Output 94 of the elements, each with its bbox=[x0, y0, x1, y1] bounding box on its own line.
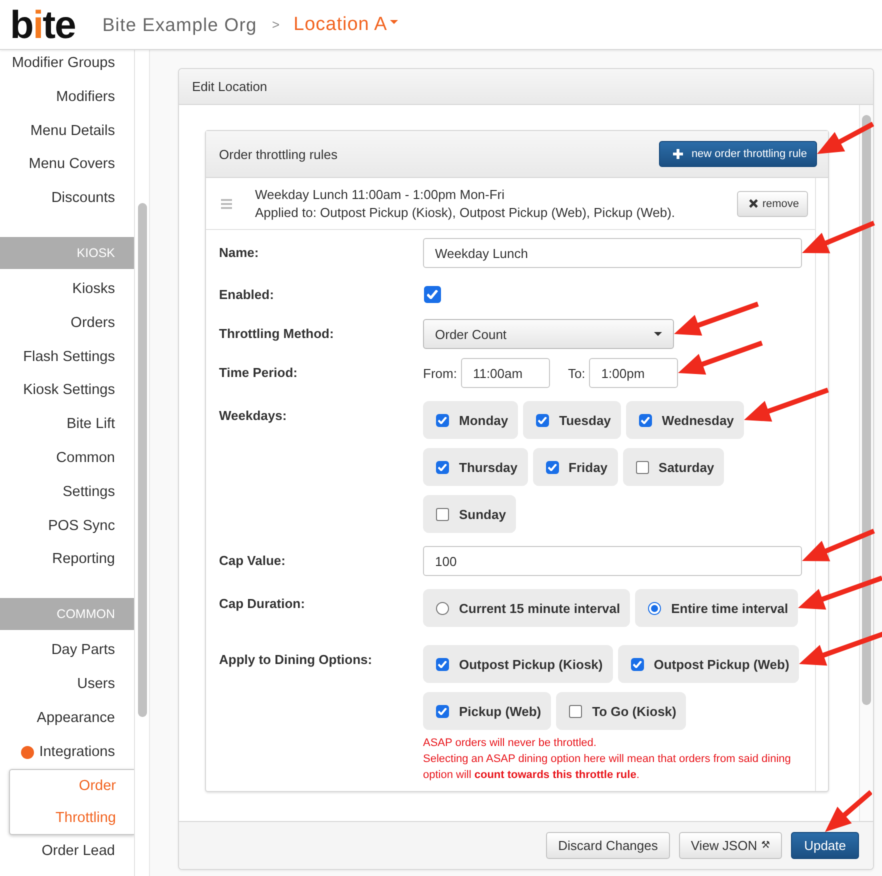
checkbox[interactable] bbox=[424, 286, 441, 303]
weekday-option[interactable]: Friday bbox=[532, 448, 618, 486]
checkbox[interactable] bbox=[569, 704, 582, 718]
sidebar-item[interactable]: Settings bbox=[0, 476, 134, 510]
plus-icon bbox=[673, 149, 684, 159]
checkmark-icon bbox=[548, 464, 557, 470]
view-json-button[interactable]: View JSON ⚒ bbox=[678, 832, 782, 859]
radio-button[interactable] bbox=[436, 602, 449, 614]
breadcrumb-separator: > bbox=[272, 17, 280, 32]
sidebar-item[interactable]: Flash Settings bbox=[0, 340, 134, 374]
sidebar-section-heading: KIOSK bbox=[0, 236, 134, 269]
name-input[interactable]: Weekday Lunch bbox=[423, 238, 802, 268]
rule-summary: Weekday Lunch 11:00am - 1:00pm Mon-Fri bbox=[255, 186, 506, 204]
discard-changes-button[interactable]: Discard Changes bbox=[546, 832, 670, 859]
checkmark-icon bbox=[538, 416, 548, 424]
update-button[interactable]: Update bbox=[791, 832, 859, 859]
field-label: Enabled: bbox=[219, 286, 275, 303]
sidebar-item[interactable]: Discounts bbox=[0, 182, 134, 216]
checkmark-icon bbox=[438, 660, 447, 668]
checkbox[interactable] bbox=[436, 658, 449, 670]
to-time-input[interactable]: 1:00pm bbox=[589, 358, 678, 388]
rules-panel-title: Order throttling rules bbox=[219, 146, 338, 162]
checkmark-icon bbox=[438, 708, 447, 714]
weekday-option[interactable]: Saturday bbox=[622, 448, 724, 486]
field-label: Apply to Dining Options: bbox=[219, 651, 374, 668]
warning-note: ASAP orders will never be throttled. bbox=[423, 736, 598, 751]
to-label: To: bbox=[568, 366, 586, 380]
sidebar-section-heading: COMMON bbox=[0, 598, 134, 630]
sidebar-item[interactable]: Menu Covers bbox=[0, 148, 134, 182]
checkmark-icon bbox=[427, 290, 438, 299]
checkmark-icon bbox=[640, 416, 650, 424]
sidebar-item[interactable]: Modifiers bbox=[0, 80, 134, 115]
rule-applied-to: Applied to: Outpost Pickup (Kiosk), Outpost Pickup (Web), Pickup (Web). bbox=[255, 204, 676, 222]
checkmark-icon bbox=[438, 464, 447, 470]
checkbox[interactable] bbox=[536, 414, 550, 426]
dining-option[interactable]: To Go (Kiosk) bbox=[556, 692, 686, 730]
cap-value-input[interactable]: 100 bbox=[423, 546, 802, 576]
field-label: Cap Value: bbox=[219, 552, 286, 569]
field-label: Name: bbox=[219, 244, 260, 261]
sidebar-item[interactable]: POS Sync bbox=[0, 510, 134, 544]
duration-option[interactable]: Current 15 minute interval bbox=[423, 589, 630, 627]
checkmark-icon bbox=[632, 660, 642, 668]
checkbox[interactable] bbox=[638, 414, 652, 426]
dining-option[interactable]: Pickup (Web) bbox=[423, 692, 552, 730]
caret-icon bbox=[654, 332, 662, 336]
sidebar-item[interactable]: Bite Lift bbox=[0, 408, 134, 442]
sidebar-item[interactable]: Reporting bbox=[0, 543, 134, 578]
sidebar-item[interactable]: Modifier Groups bbox=[0, 50, 134, 81]
field-label: Cap Duration: bbox=[219, 595, 306, 612]
remove-button[interactable]: remove bbox=[737, 190, 808, 216]
sidebar-item[interactable]: Users bbox=[0, 668, 134, 702]
field-label: Throttling Method: bbox=[219, 325, 335, 342]
duration-option[interactable]: Entire time interval bbox=[635, 589, 798, 627]
sidebar-item[interactable]: Appearance bbox=[0, 702, 134, 736]
sidebar-item[interactable]: Common bbox=[0, 442, 134, 476]
sidebar-item[interactable]: Day Parts bbox=[0, 634, 134, 668]
sidebar-item[interactable]: Integrations bbox=[0, 736, 134, 770]
field-label: Weekdays: bbox=[219, 407, 288, 424]
checkmark-icon bbox=[438, 416, 447, 424]
panel-title: Edit Location bbox=[192, 79, 268, 94]
x-mark-icon bbox=[749, 199, 758, 208]
weekday-option[interactable]: Monday bbox=[423, 401, 518, 439]
checkbox[interactable] bbox=[436, 704, 449, 718]
from-label: From: bbox=[423, 366, 457, 380]
dining-option[interactable]: Outpost Pickup (Web) bbox=[618, 645, 800, 683]
checkbox[interactable] bbox=[436, 414, 449, 426]
checkbox[interactable] bbox=[546, 460, 559, 474]
scrollbar-thumb[interactable] bbox=[138, 203, 147, 717]
organization-link[interactable]: Bite Example Org bbox=[102, 14, 257, 36]
drag-handle-icon[interactable] bbox=[221, 198, 232, 208]
from-time-input[interactable]: 11:00am bbox=[460, 358, 550, 388]
checkbox[interactable] bbox=[636, 460, 649, 474]
weekday-option[interactable]: Wednesday bbox=[626, 401, 744, 439]
sidebar-item[interactable]: Kiosk Settings bbox=[0, 374, 134, 408]
new-rule-button[interactable]: new order throttling rule bbox=[659, 141, 817, 167]
checkbox[interactable] bbox=[630, 658, 644, 670]
dining-option[interactable]: Outpost Pickup (Kiosk) bbox=[423, 645, 613, 683]
sidebar-item[interactable]: Kiosks bbox=[0, 272, 134, 307]
checkbox[interactable] bbox=[436, 508, 449, 520]
sidebar-item[interactable]: Orders bbox=[0, 306, 134, 341]
sidebar-item[interactable]: Order Lead bbox=[0, 835, 134, 870]
caret-icon bbox=[390, 20, 398, 24]
scrollbar-thumb[interactable] bbox=[862, 115, 871, 705]
sidebar-item[interactable]: Menu Details bbox=[0, 114, 134, 148]
field-label: Time Period: bbox=[219, 364, 299, 381]
radio-button[interactable] bbox=[648, 602, 662, 614]
weekday-option[interactable]: Tuesday bbox=[523, 401, 621, 439]
hammer-pick-icon: ⚒ bbox=[761, 840, 770, 851]
checkbox[interactable] bbox=[436, 460, 449, 474]
weekday-option[interactable]: Sunday bbox=[423, 495, 516, 533]
method-dropdown[interactable]: Order Count bbox=[423, 319, 674, 349]
warning-note: Selecting an ASAP dining option here will mean that orders from said dining option will count towards this throttle rule. bbox=[423, 752, 792, 783]
weekday-option[interactable]: Thursday bbox=[423, 448, 528, 486]
logo[interactable]: bite bbox=[10, 6, 76, 45]
